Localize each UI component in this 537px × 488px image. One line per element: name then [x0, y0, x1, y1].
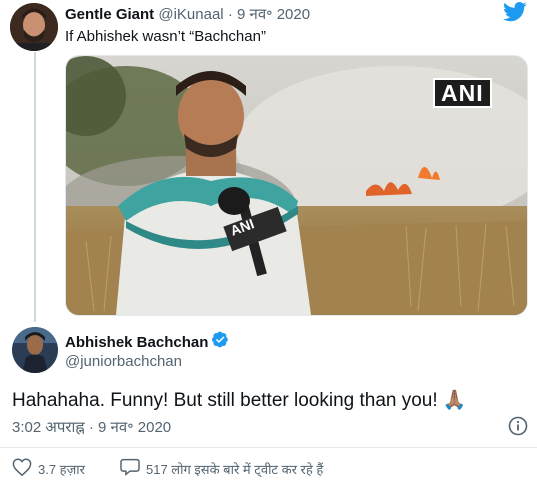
- quoted-tweet-date[interactable]: 9 नव॰ 2020: [237, 6, 310, 23]
- twitter-logo-icon[interactable]: [503, 2, 527, 22]
- conversation-text: 517 लोग इसके बारे में ट्वीट कर रहे हैं: [146, 461, 324, 477]
- actions-divider: [0, 447, 537, 448]
- abhishek-bachchan-avatar[interactable]: [12, 327, 58, 373]
- header-separator: ·: [227, 6, 233, 23]
- reply-author-row: Abhishek Bachchan: [65, 331, 229, 353]
- reply-author-handle[interactable]: @juniorbachchan: [65, 353, 182, 370]
- gentle-giant-avatar[interactable]: [10, 3, 58, 51]
- like-action[interactable]: 3.7 हज़ार: [12, 458, 85, 479]
- reply-author-name[interactable]: Abhishek Bachchan: [65, 334, 208, 351]
- quoted-tweet-header: Gentle Giant @iKunaal · 9 नव॰ 2020: [65, 4, 310, 24]
- quoted-author-handle[interactable]: @iKunaal: [158, 6, 223, 23]
- conversation-action[interactable]: 517 लोग इसके बारे में ट्वीट कर रहे हैं: [120, 458, 323, 479]
- tweet-media-image[interactable]: ANI ANI: [65, 55, 528, 316]
- reply-tweet-text: Hahahaha. Funny! But still better lookin…: [12, 390, 467, 411]
- thread-connector-line: [34, 52, 36, 322]
- heart-icon: [12, 458, 32, 479]
- abhishek-avatar-image: [12, 327, 58, 373]
- comment-icon: [120, 458, 140, 479]
- gentle-giant-avatar-image: [10, 3, 58, 51]
- info-icon[interactable]: [508, 416, 528, 441]
- verified-badge-icon: [212, 331, 229, 353]
- reply-timestamp[interactable]: 3:02 अपराह्न · 9 नव॰ 2020: [12, 417, 171, 437]
- like-count: 3.7 हज़ार: [38, 461, 85, 477]
- quoted-tweet-text: If Abhishek wasn’t “Bachchan”: [65, 28, 266, 45]
- ani-watermark-badge: ANI: [433, 78, 492, 108]
- quoted-author-name[interactable]: Gentle Giant: [65, 6, 154, 23]
